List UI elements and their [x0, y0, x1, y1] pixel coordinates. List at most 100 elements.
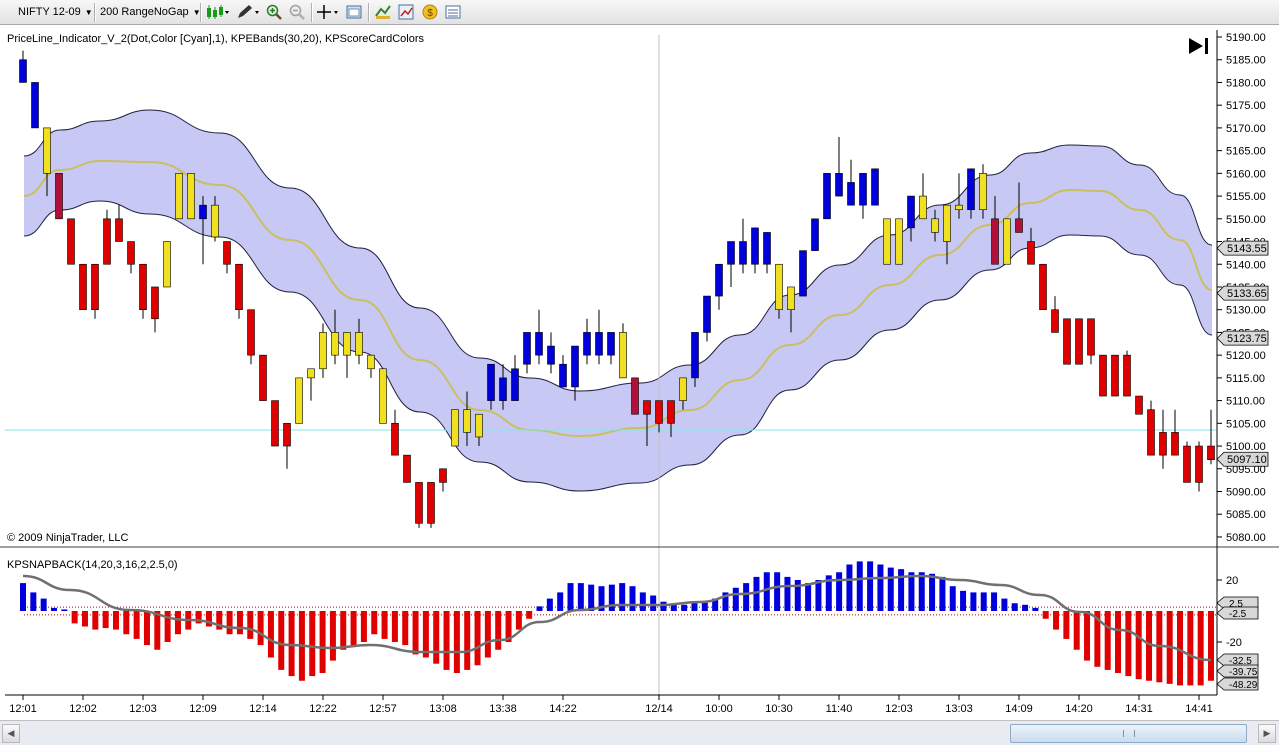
candle-body: [871, 168, 879, 206]
candle-body: [1015, 218, 1023, 233]
crosshair-icon[interactable]: [316, 4, 340, 20]
oscillator-bar: [929, 573, 936, 611]
chart-trader-icon[interactable]: [398, 4, 414, 20]
candle-body: [655, 400, 663, 424]
candle-body: [715, 263, 723, 297]
candle-body: [919, 195, 927, 220]
scroll-thumb[interactable]: [1010, 724, 1247, 743]
instrument-selector[interactable]: NIFTY 12-09 ▼: [18, 5, 93, 20]
bar-type-selector[interactable]: 200 RangeNoGap ▼: [100, 5, 201, 20]
candle-body: [547, 345, 555, 365]
candle-body: [727, 241, 735, 265]
candle-body: [499, 377, 507, 401]
candle-body: [1135, 395, 1143, 415]
scroll-left-arrow-icon[interactable]: ◀: [2, 724, 20, 743]
time-axis-label: 12:57: [369, 703, 397, 715]
time-axis-label: 11:40: [826, 703, 853, 715]
oscillator-label: KPSNAPBACK(14,20,3,16,2,2.5,0): [7, 559, 178, 571]
candle-body: [43, 127, 51, 174]
price-axis-label: 5110.00: [1226, 396, 1265, 408]
oscillator-bar: [1115, 611, 1122, 673]
skip-to-end-icon[interactable]: [1189, 38, 1208, 54]
candle-body: [691, 332, 699, 379]
candle-body: [1111, 354, 1119, 397]
candle-body: [331, 332, 339, 356]
candle-body: [883, 218, 891, 265]
price-axis-label: 5170.00: [1226, 123, 1266, 135]
scroll-right-arrow-icon[interactable]: ▶: [1258, 724, 1276, 743]
toolbar-divider: [368, 3, 370, 22]
candle-body: [295, 377, 303, 424]
time-axis-label: 13:03: [945, 703, 973, 715]
oscillator-bar: [1073, 611, 1080, 650]
oscillator-bar: [608, 584, 615, 611]
oscillator-bar: [898, 569, 905, 611]
properties-icon[interactable]: [346, 4, 362, 20]
candle-body: [799, 250, 807, 297]
candle-body: [259, 354, 267, 401]
bar-chart-style-icon[interactable]: [206, 4, 230, 20]
candle-body: [319, 332, 327, 370]
candle-body: [343, 332, 351, 356]
oscillator-bar: [546, 598, 553, 611]
candle-body: [475, 413, 483, 438]
oscillator-bar: [743, 583, 750, 611]
candle-body: [115, 218, 123, 242]
oscillator-bar: [236, 611, 243, 635]
candle-body: [523, 332, 531, 365]
price-axis-label: 5105.00: [1226, 418, 1266, 430]
time-axis-label: 12:02: [69, 703, 97, 715]
pencil-draw-icon[interactable]: [236, 4, 260, 20]
price-marker-label: 5133.65: [1227, 288, 1267, 300]
oscillator-bar: [1022, 604, 1029, 611]
candle-body: [367, 354, 375, 370]
candle-body: [607, 332, 615, 356]
oscillator-bar: [226, 611, 233, 635]
zoom-in-icon[interactable]: [266, 4, 282, 20]
candle-body: [571, 345, 579, 388]
candle-body: [163, 241, 171, 288]
performance-icon[interactable]: $: [422, 4, 438, 20]
oscillator-bar: [329, 611, 336, 661]
chart-canvas[interactable]: 5190.00 5185.00 5180.00 5175.00 5170.00 5165.…: [0, 25, 1279, 720]
time-axis-label: 13:08: [429, 703, 457, 715]
candle-body: [643, 400, 651, 415]
price-axis-label: 5180.00: [1226, 77, 1266, 89]
price-axis-label: 5140.00: [1226, 259, 1266, 271]
oscillator-bar: [908, 572, 915, 611]
candle-body: [859, 173, 867, 206]
candle-body: [403, 454, 411, 483]
oscillator-bar: [247, 611, 254, 639]
oscillator-bar: [515, 611, 522, 630]
price-axis-label: 5190.00: [1226, 32, 1266, 44]
band-fill: [24, 110, 1212, 491]
price-marker-label: 5143.55: [1227, 243, 1267, 255]
time-axis-label: 13:38: [489, 703, 517, 715]
candle-body: [439, 468, 447, 483]
price-axis-label: 5115.00: [1226, 373, 1265, 385]
oscillator-bar: [143, 611, 150, 646]
oscillator-bar: [1125, 611, 1132, 677]
oscillator-bar: [381, 611, 388, 639]
time-axis-label: 12:09: [189, 703, 217, 715]
candle-body: [511, 368, 519, 401]
data-box-icon[interactable]: [445, 4, 461, 20]
strategy-icon[interactable]: [375, 4, 391, 20]
candle-body: [835, 173, 843, 197]
oscillator-bar: [1011, 603, 1018, 611]
candle-body: [739, 241, 747, 265]
oscillator-bar: [1135, 611, 1142, 680]
instrument-label: NIFTY 12-09: [18, 6, 81, 18]
copyright-text: © 2009 NinjaTrader, LLC: [7, 532, 128, 544]
oscillator-bar: [939, 576, 946, 611]
price-axis-label: 5150.00: [1226, 214, 1266, 226]
horizontal-scrollbar[interactable]: ◀ ▶: [0, 720, 1279, 745]
candle-body: [271, 400, 279, 447]
oscillator-bar: [102, 611, 109, 629]
candle-body: [787, 286, 795, 311]
oscillator-bar: [877, 564, 884, 611]
oscillator-bar: [536, 606, 543, 611]
oscillator-bar: [1063, 611, 1070, 639]
zoom-out-icon[interactable]: [289, 4, 305, 20]
price-axis-label: 5130.00: [1226, 305, 1266, 317]
